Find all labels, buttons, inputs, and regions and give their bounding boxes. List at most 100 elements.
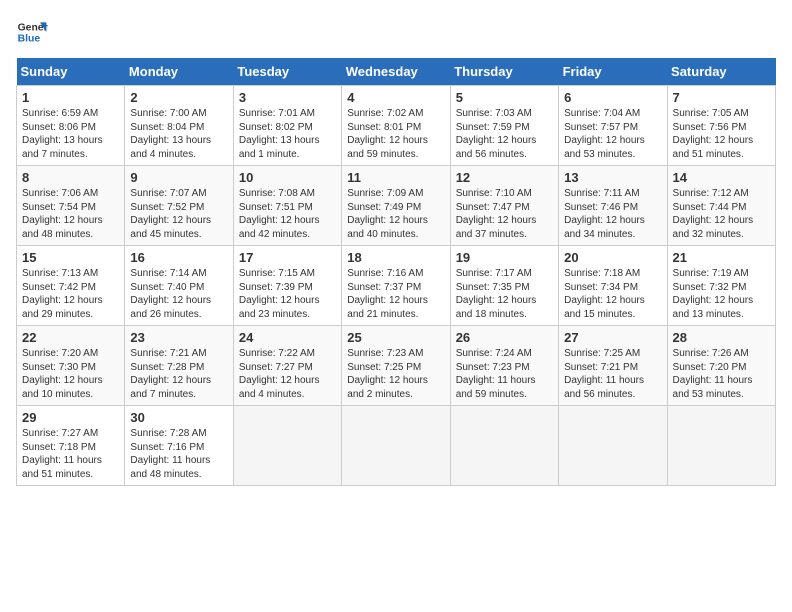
calendar-cell — [342, 406, 450, 486]
day-info: Sunrise: 7:16 AMSunset: 7:37 PMDaylight:… — [347, 268, 428, 320]
calendar-cell: 16 Sunrise: 7:14 AMSunset: 7:40 PMDaylig… — [125, 246, 233, 326]
calendar-cell: 2 Sunrise: 7:00 AMSunset: 8:04 PMDayligh… — [125, 86, 233, 166]
calendar-cell: 7 Sunrise: 7:05 AMSunset: 7:56 PMDayligh… — [667, 86, 775, 166]
day-info: Sunrise: 7:10 AMSunset: 7:47 PMDaylight:… — [456, 188, 537, 240]
calendar-cell — [667, 406, 775, 486]
calendar-cell: 19 Sunrise: 7:17 AMSunset: 7:35 PMDaylig… — [450, 246, 558, 326]
calendar-cell: 30 Sunrise: 7:28 AMSunset: 7:16 PMDaylig… — [125, 406, 233, 486]
logo: General Blue — [16, 16, 48, 48]
calendar-cell — [233, 406, 341, 486]
day-number: 25 — [347, 330, 444, 345]
day-info: Sunrise: 6:59 AMSunset: 8:06 PMDaylight:… — [22, 108, 103, 160]
day-info: Sunrise: 7:25 AMSunset: 7:21 PMDaylight:… — [564, 348, 644, 400]
day-number: 21 — [673, 250, 770, 265]
day-info: Sunrise: 7:05 AMSunset: 7:56 PMDaylight:… — [673, 108, 754, 160]
day-info: Sunrise: 7:12 AMSunset: 7:44 PMDaylight:… — [673, 188, 754, 240]
day-number: 24 — [239, 330, 336, 345]
day-info: Sunrise: 7:11 AMSunset: 7:46 PMDaylight:… — [564, 188, 645, 240]
day-info: Sunrise: 7:04 AMSunset: 7:57 PMDaylight:… — [564, 108, 645, 160]
calendar-cell: 23 Sunrise: 7:21 AMSunset: 7:28 PMDaylig… — [125, 326, 233, 406]
day-number: 16 — [130, 250, 227, 265]
day-number: 22 — [22, 330, 119, 345]
calendar-cell: 6 Sunrise: 7:04 AMSunset: 7:57 PMDayligh… — [559, 86, 667, 166]
day-number: 17 — [239, 250, 336, 265]
day-info: Sunrise: 7:08 AMSunset: 7:51 PMDaylight:… — [239, 188, 320, 240]
calendar-cell: 27 Sunrise: 7:25 AMSunset: 7:21 PMDaylig… — [559, 326, 667, 406]
weekday-header-wednesday: Wednesday — [342, 58, 450, 86]
day-info: Sunrise: 7:24 AMSunset: 7:23 PMDaylight:… — [456, 348, 536, 400]
day-number: 26 — [456, 330, 553, 345]
day-number: 28 — [673, 330, 770, 345]
weekday-header-monday: Monday — [125, 58, 233, 86]
calendar-cell: 29 Sunrise: 7:27 AMSunset: 7:18 PMDaylig… — [17, 406, 125, 486]
day-info: Sunrise: 7:01 AMSunset: 8:02 PMDaylight:… — [239, 108, 320, 160]
day-number: 2 — [130, 90, 227, 105]
day-info: Sunrise: 7:22 AMSunset: 7:27 PMDaylight:… — [239, 348, 320, 400]
weekday-header-sunday: Sunday — [17, 58, 125, 86]
day-info: Sunrise: 7:20 AMSunset: 7:30 PMDaylight:… — [22, 348, 103, 400]
day-number: 15 — [22, 250, 119, 265]
day-info: Sunrise: 7:23 AMSunset: 7:25 PMDaylight:… — [347, 348, 428, 400]
day-number: 10 — [239, 170, 336, 185]
day-info: Sunrise: 7:15 AMSunset: 7:39 PMDaylight:… — [239, 268, 320, 320]
logo-icon: General Blue — [16, 16, 48, 48]
calendar-cell — [450, 406, 558, 486]
weekday-header-friday: Friday — [559, 58, 667, 86]
day-info: Sunrise: 7:02 AMSunset: 8:01 PMDaylight:… — [347, 108, 428, 160]
day-info: Sunrise: 7:26 AMSunset: 7:20 PMDaylight:… — [673, 348, 753, 400]
day-info: Sunrise: 7:14 AMSunset: 7:40 PMDaylight:… — [130, 268, 211, 320]
calendar-cell: 4 Sunrise: 7:02 AMSunset: 8:01 PMDayligh… — [342, 86, 450, 166]
day-number: 18 — [347, 250, 444, 265]
day-number: 7 — [673, 90, 770, 105]
svg-text:Blue: Blue — [18, 34, 41, 45]
calendar-cell: 10 Sunrise: 7:08 AMSunset: 7:51 PMDaylig… — [233, 166, 341, 246]
day-number: 9 — [130, 170, 227, 185]
day-info: Sunrise: 7:21 AMSunset: 7:28 PMDaylight:… — [130, 348, 211, 400]
calendar-cell: 3 Sunrise: 7:01 AMSunset: 8:02 PMDayligh… — [233, 86, 341, 166]
calendar-cell: 22 Sunrise: 7:20 AMSunset: 7:30 PMDaylig… — [17, 326, 125, 406]
day-number: 19 — [456, 250, 553, 265]
day-info: Sunrise: 7:19 AMSunset: 7:32 PMDaylight:… — [673, 268, 754, 320]
day-number: 29 — [22, 410, 119, 425]
weekday-header-tuesday: Tuesday — [233, 58, 341, 86]
day-number: 13 — [564, 170, 661, 185]
day-number: 5 — [456, 90, 553, 105]
day-info: Sunrise: 7:09 AMSunset: 7:49 PMDaylight:… — [347, 188, 428, 240]
day-number: 27 — [564, 330, 661, 345]
calendar-cell: 21 Sunrise: 7:19 AMSunset: 7:32 PMDaylig… — [667, 246, 775, 326]
day-info: Sunrise: 7:00 AMSunset: 8:04 PMDaylight:… — [130, 108, 211, 160]
day-info: Sunrise: 7:06 AMSunset: 7:54 PMDaylight:… — [22, 188, 103, 240]
day-number: 6 — [564, 90, 661, 105]
day-number: 20 — [564, 250, 661, 265]
calendar-cell: 24 Sunrise: 7:22 AMSunset: 7:27 PMDaylig… — [233, 326, 341, 406]
day-info: Sunrise: 7:17 AMSunset: 7:35 PMDaylight:… — [456, 268, 537, 320]
day-info: Sunrise: 7:18 AMSunset: 7:34 PMDaylight:… — [564, 268, 645, 320]
day-number: 14 — [673, 170, 770, 185]
calendar-cell: 11 Sunrise: 7:09 AMSunset: 7:49 PMDaylig… — [342, 166, 450, 246]
calendar-table: SundayMondayTuesdayWednesdayThursdayFrid… — [16, 58, 776, 486]
calendar-cell: 14 Sunrise: 7:12 AMSunset: 7:44 PMDaylig… — [667, 166, 775, 246]
calendar-cell — [559, 406, 667, 486]
day-number: 1 — [22, 90, 119, 105]
calendar-cell: 28 Sunrise: 7:26 AMSunset: 7:20 PMDaylig… — [667, 326, 775, 406]
weekday-header-saturday: Saturday — [667, 58, 775, 86]
day-number: 11 — [347, 170, 444, 185]
day-number: 8 — [22, 170, 119, 185]
day-number: 4 — [347, 90, 444, 105]
day-number: 23 — [130, 330, 227, 345]
page-header: General Blue — [16, 16, 776, 48]
day-info: Sunrise: 7:07 AMSunset: 7:52 PMDaylight:… — [130, 188, 211, 240]
day-number: 30 — [130, 410, 227, 425]
calendar-cell: 15 Sunrise: 7:13 AMSunset: 7:42 PMDaylig… — [17, 246, 125, 326]
calendar-cell: 17 Sunrise: 7:15 AMSunset: 7:39 PMDaylig… — [233, 246, 341, 326]
day-info: Sunrise: 7:03 AMSunset: 7:59 PMDaylight:… — [456, 108, 537, 160]
calendar-cell: 9 Sunrise: 7:07 AMSunset: 7:52 PMDayligh… — [125, 166, 233, 246]
day-info: Sunrise: 7:27 AMSunset: 7:18 PMDaylight:… — [22, 428, 102, 480]
calendar-cell: 20 Sunrise: 7:18 AMSunset: 7:34 PMDaylig… — [559, 246, 667, 326]
day-number: 3 — [239, 90, 336, 105]
calendar-cell: 8 Sunrise: 7:06 AMSunset: 7:54 PMDayligh… — [17, 166, 125, 246]
calendar-cell: 18 Sunrise: 7:16 AMSunset: 7:37 PMDaylig… — [342, 246, 450, 326]
calendar-cell: 1 Sunrise: 6:59 AMSunset: 8:06 PMDayligh… — [17, 86, 125, 166]
calendar-cell: 25 Sunrise: 7:23 AMSunset: 7:25 PMDaylig… — [342, 326, 450, 406]
calendar-cell: 12 Sunrise: 7:10 AMSunset: 7:47 PMDaylig… — [450, 166, 558, 246]
